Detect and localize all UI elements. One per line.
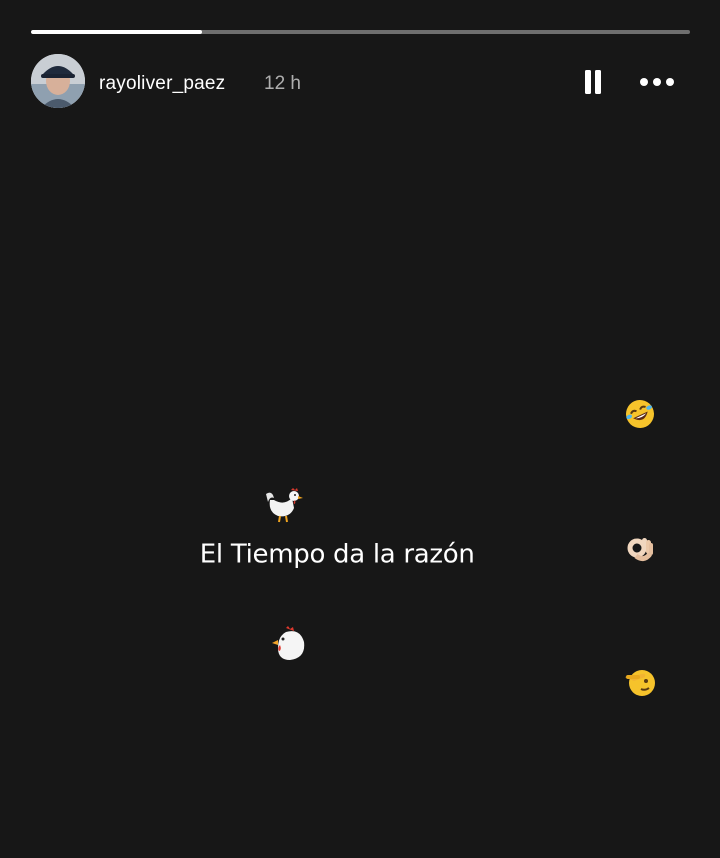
caption-line-1: El Tiempo da la razón	[152, 266, 660, 696]
more-options-icon	[640, 78, 674, 86]
story-caption: El Tiempo da la razón	[152, 178, 660, 696]
story-progress-fill	[31, 30, 203, 34]
saluting-face-icon	[544, 622, 656, 756]
rolling-on-floor-laughing-icon	[544, 354, 656, 488]
more-options-button[interactable]	[635, 68, 679, 96]
username[interactable]: rayoliver_paez	[99, 73, 225, 95]
story-viewer[interactable]: rayoliver_paez 12 h El Tiempo da la razó…	[0, 0, 720, 858]
caption-emoji-group-1	[481, 310, 660, 800]
story-header: rayoliver_paez 12 h	[31, 54, 690, 110]
pause-icon	[585, 70, 601, 94]
ok-hand-icon	[544, 488, 656, 622]
story-progress-bar	[31, 30, 690, 34]
timestamp: 12 h	[264, 73, 301, 94]
pause-button[interactable]	[579, 68, 607, 96]
rooster-icon	[200, 444, 304, 582]
avatar[interactable]	[31, 54, 85, 108]
chicken-icon	[206, 582, 310, 720]
